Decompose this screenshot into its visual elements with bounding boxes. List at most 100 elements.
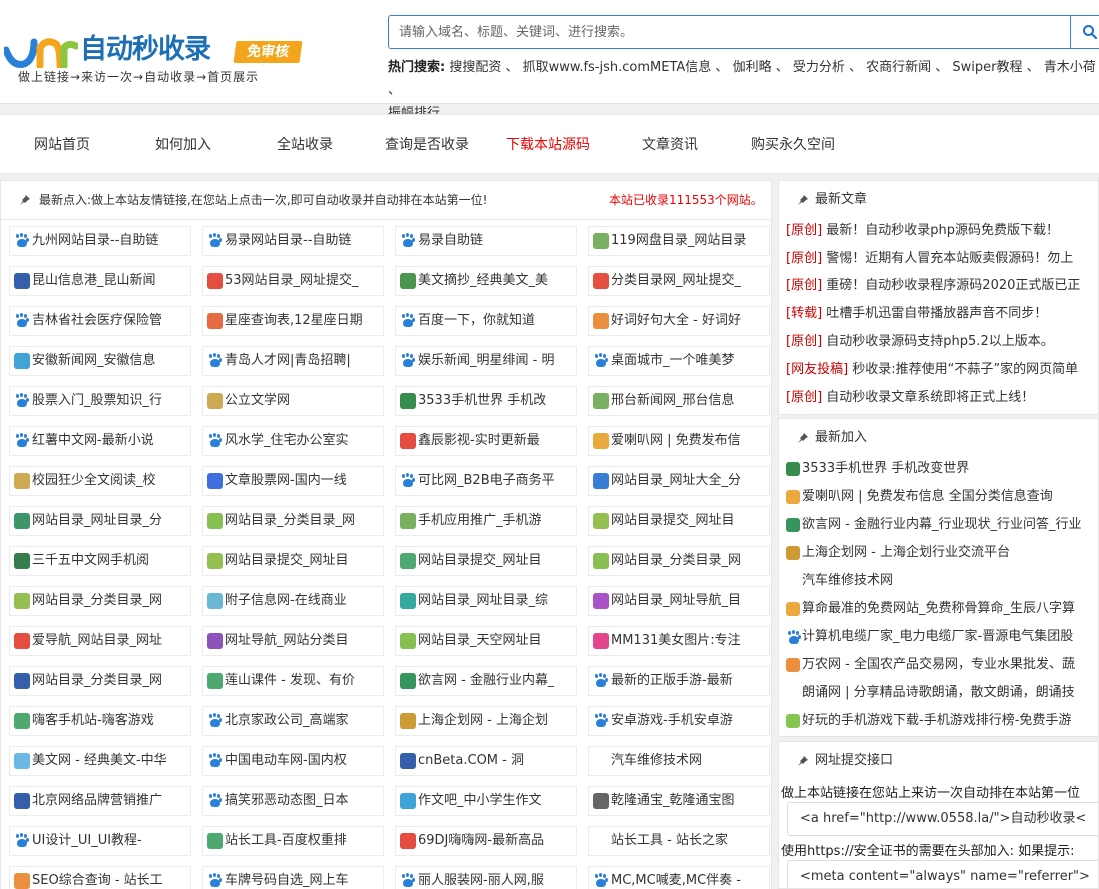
site-link[interactable]: 上海企划网 - 上海企划: [395, 706, 577, 736]
site-link[interactable]: 公立文学网: [202, 386, 384, 416]
site-link[interactable]: 3533手机世界 手机改: [395, 386, 577, 416]
article-item[interactable]: [原创] 警惕！近期有人冒充本站贩卖假源码！勿上: [786, 245, 1073, 273]
site-link[interactable]: 乾隆通宝_乾隆通宝图: [588, 786, 770, 816]
site-link[interactable]: 手机应用推广_手机游: [395, 506, 577, 536]
site-link[interactable]: 爱导航_网站目录_网址: [9, 626, 191, 656]
newest-site-item[interactable]: 朗诵网 | 分享精品诗歌朗诵，散文朗诵，朗诵技: [786, 679, 1075, 707]
site-link[interactable]: 九州网站目录--自助链: [9, 226, 191, 256]
site-link[interactable]: 可比网_B2B电子商务平: [395, 466, 577, 496]
site-link[interactable]: 车牌号码自选_网上车: [202, 866, 384, 889]
site-link[interactable]: 网站目录_天空网址目: [395, 626, 577, 656]
site-link[interactable]: 网站目录提交_网址目: [395, 546, 577, 576]
hot-search-link[interactable]: 农商行新闻 、: [866, 60, 948, 75]
site-link[interactable]: 网站目录_分类目录_网: [9, 586, 191, 616]
site-link[interactable]: 吉林省社会医疗保险管: [9, 306, 191, 336]
site-link[interactable]: 美文网 - 经典美文-中华: [9, 746, 191, 776]
site-link[interactable]: 莲山课件 - 发现、有价: [202, 666, 384, 696]
site-link[interactable]: MM131美女图片:专注: [588, 626, 770, 656]
site-link[interactable]: 文章股票网-国内一线: [202, 466, 384, 496]
site-link[interactable]: 中国电动车网-国内权: [202, 746, 384, 776]
newest-site-item[interactable]: 万农网 - 全国农产品交易网，专业水果批发、蔬: [786, 651, 1075, 679]
site-link[interactable]: 风水学_住宅办公室实: [202, 426, 384, 456]
nav-how-to-join[interactable]: 如何加入: [155, 115, 211, 175]
site-link[interactable]: 站长工具-百度权重排: [202, 826, 384, 856]
site-link[interactable]: 星座查询表,12星座日期: [202, 306, 384, 336]
site-link[interactable]: 鑫辰影视-实时更新最: [395, 426, 577, 456]
article-item[interactable]: [转载] 吐槽手机迅雷自带播放器声音不同步！: [786, 300, 1047, 328]
article-item[interactable]: [原创] 自动秒收录文章系统即将正式上线！: [786, 384, 1034, 412]
site-link[interactable]: 三千五中文网手机阅: [9, 546, 191, 576]
nav-buy-space[interactable]: 购买永久空间: [751, 115, 835, 175]
site-link[interactable]: 站长工具 - 站长之家: [588, 826, 770, 856]
site-link[interactable]: 北京家政公司_高端家: [202, 706, 384, 736]
newest-site-item[interactable]: 3533手机世界 手机改变世界: [786, 457, 969, 483]
link-code-field[interactable]: <a href="http://www.0558.la/">自动秒收录<: [787, 802, 1098, 836]
article-item[interactable]: [原创] 最新！自动秒收录php源码免费版下载！: [786, 219, 1059, 245]
site-link[interactable]: 青岛人才网|青岛招聘|: [202, 346, 384, 376]
meta-code-field[interactable]: <meta content="always" name="referrer">: [787, 860, 1098, 888]
site-link[interactable]: 百度一下，你就知道: [395, 306, 577, 336]
hot-search-link[interactable]: 伽利略 、: [733, 60, 789, 75]
site-link[interactable]: 嗨客手机站-嗨客游戏: [9, 706, 191, 736]
site-link[interactable]: 119网盘目录_网站目录: [588, 226, 770, 256]
nav-articles[interactable]: 文章资讯: [642, 115, 698, 175]
site-link[interactable]: MC,MC喊麦,MC伴奏 -: [588, 866, 770, 889]
site-link[interactable]: 校园狂少全文阅读_校: [9, 466, 191, 496]
site-link[interactable]: 网站目录_分类目录_网: [9, 666, 191, 696]
site-link[interactable]: cnBeta.COM - 洞: [395, 746, 577, 776]
article-item[interactable]: [网友投稿] 秒收录:推荐使用“不蒜子”家的网页简单: [786, 356, 1078, 384]
hot-search-link[interactable]: Swiper教程 、: [952, 60, 1039, 75]
site-link[interactable]: 网站目录_分类目录_网: [588, 546, 770, 576]
site-link[interactable]: 最新的正版手游-最新: [588, 666, 770, 696]
site-link[interactable]: 欲言网 - 金融行业内幕_: [395, 666, 577, 696]
site-link[interactable]: 安卓游戏-手机安卓游: [588, 706, 770, 736]
site-link[interactable]: 娱乐新闻_明星绯闻 - 明: [395, 346, 577, 376]
site-link[interactable]: 网址导航_网站分类目: [202, 626, 384, 656]
newest-site-item[interactable]: 算命最准的免费网站_免费称骨算命_生辰八字算: [786, 595, 1075, 623]
newest-site-item[interactable]: 汽车维修技术网: [786, 567, 893, 595]
site-link[interactable]: 网站目录_分类目录_网: [202, 506, 384, 536]
nav-all-sites[interactable]: 全站收录: [277, 115, 333, 175]
site-link[interactable]: 易录网站目录--自助链: [202, 226, 384, 256]
site-link[interactable]: 北京网络品牌营销推广: [9, 786, 191, 816]
hot-search-link[interactable]: 受力分析 、: [793, 60, 862, 75]
newest-site-item[interactable]: 好玩的手机游戏下载-手机游戏排行榜-免费手游: [786, 707, 1071, 735]
hot-search-link[interactable]: 搜搜配资 、: [449, 60, 518, 75]
search-button[interactable]: [1070, 15, 1099, 49]
nav-download-source[interactable]: 下载本站源码: [506, 115, 590, 175]
site-link[interactable]: UI设计_UI_UI教程-: [9, 826, 191, 856]
nav-home[interactable]: 网站首页: [34, 115, 90, 175]
newest-site-item[interactable]: 爱喇叭网 | 免费发布信息 全国分类信息查询: [786, 483, 1053, 511]
hot-search-link[interactable]: 抓取www.fs-jsh.comMETA信息 、: [523, 60, 729, 75]
search-input[interactable]: [388, 15, 1071, 49]
site-link[interactable]: 网站目录提交_网址目: [588, 506, 770, 536]
site-link[interactable]: 易录自助链: [395, 226, 577, 256]
site-link[interactable]: 安徽新闻网_安徽信息: [9, 346, 191, 376]
site-link[interactable]: 昆山信息港_昆山新闻: [9, 266, 191, 296]
article-item[interactable]: [原创] 自动秒收录源码支持php5.2以上版本。: [786, 328, 1054, 356]
site-link[interactable]: 股票入门_股票知识_行: [9, 386, 191, 416]
site-link[interactable]: 桌面城市_一个唯美梦: [588, 346, 770, 376]
site-link[interactable]: 邢台新闻网_邢台信息: [588, 386, 770, 416]
site-link[interactable]: 爱喇叭网 | 免费发布信: [588, 426, 770, 456]
site-link[interactable]: 分类目录网_网址提交_: [588, 266, 770, 296]
site-link[interactable]: 美文摘抄_经典美文_美: [395, 266, 577, 296]
site-link[interactable]: 附子信息网-在线商业: [202, 586, 384, 616]
article-item[interactable]: [原创] 重磅！自动秒收录程序源码2020正式版已正: [786, 272, 1080, 300]
site-link[interactable]: 网站目录提交_网址目: [202, 546, 384, 576]
newest-site-item[interactable]: 欲言网 - 金融行业内幕_行业现状_行业问答_行业: [786, 511, 1081, 539]
site-link[interactable]: 网站目录_网址目录_分: [9, 506, 191, 536]
site-link[interactable]: 作文吧_中小学生作文: [395, 786, 577, 816]
newest-site-item[interactable]: 计算机电缆厂家_电力电缆厂家-晋源电气集团股: [786, 623, 1073, 651]
site-link[interactable]: 红薯中文网-最新小说: [9, 426, 191, 456]
site-link[interactable]: 网站目录_网址导航_目: [588, 586, 770, 616]
site-link[interactable]: 好词好句大全 - 好词好: [588, 306, 770, 336]
site-link[interactable]: 搞笑邪恶动态图_日本: [202, 786, 384, 816]
site-link[interactable]: 69DJ嗨嗨网-最新高品: [395, 826, 577, 856]
site-link[interactable]: 53网站目录_网址提交_: [202, 266, 384, 296]
site-link[interactable]: 丽人服装网-丽人网,服: [395, 866, 577, 889]
site-link[interactable]: 网站目录_网址大全_分: [588, 466, 770, 496]
site-link[interactable]: 汽车维修技术网: [588, 746, 770, 776]
nav-check-indexed[interactable]: 查询是否收录: [385, 115, 469, 175]
site-logo[interactable]: 自动秒收录 免审核 做上链接→来访一次→自动收录→首页展示: [4, 32, 304, 92]
